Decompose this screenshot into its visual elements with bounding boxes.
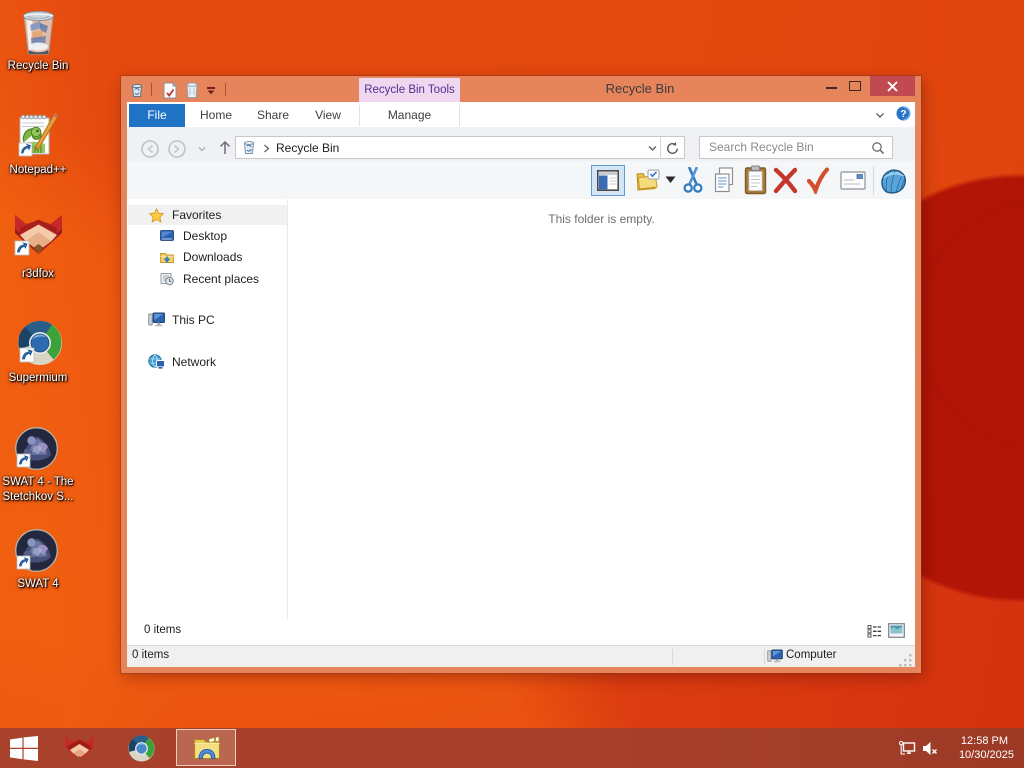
svg-text:?: ? (900, 108, 906, 120)
